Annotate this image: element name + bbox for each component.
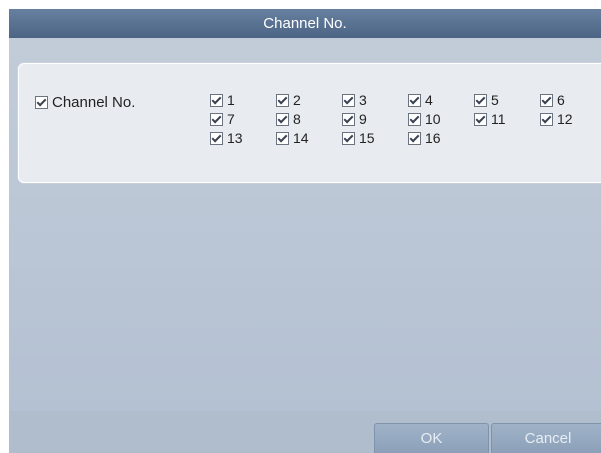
channel-checkbox-2[interactable]: 2 [276,92,301,108]
checkbox-checked-icon[interactable] [540,93,553,107]
channel-label: 3 [359,92,367,108]
dialog-footer: OK Cancel [9,411,601,453]
channel-checkbox-5[interactable]: 5 [474,92,499,108]
checkbox-checked-icon[interactable] [276,93,289,107]
channel-label: 5 [491,92,499,108]
channel-checkbox-8[interactable]: 8 [276,111,301,127]
checkbox-checked-icon[interactable] [474,112,487,126]
channel-checkbox-9[interactable]: 9 [342,111,367,127]
checkbox-checked-icon[interactable] [408,112,421,126]
channel-checkbox-13[interactable]: 13 [210,130,243,146]
channel-label: 15 [359,130,375,146]
channel-checkbox-7[interactable]: 7 [210,111,235,127]
channel-label: 8 [293,111,301,127]
channel-label: 4 [425,92,433,108]
all-channels-checkbox[interactable]: Channel No. [35,94,135,111]
channel-checkbox-11[interactable]: 11 [474,111,506,127]
checkbox-checked-icon[interactable] [276,131,289,145]
channel-label: 6 [557,92,565,108]
checkbox-checked-icon[interactable] [276,112,289,126]
channel-label: 16 [425,130,441,146]
checkbox-checked-icon[interactable] [408,131,421,145]
ok-button[interactable]: OK [374,423,489,453]
checkbox-checked-icon[interactable] [210,93,223,107]
channel-label: 14 [293,130,309,146]
channel-checkbox-15[interactable]: 15 [342,130,375,146]
checkbox-checked-icon[interactable] [474,93,487,107]
channel-label: 7 [227,111,235,127]
channel-checkbox-12[interactable]: 12 [540,111,573,127]
channel-label: 1 [227,92,235,108]
dialog-body: Channel No. 1 2 3 4 5 6 7 8 9 10 11 12 13 14 15 16 [9,38,601,411]
checkbox-checked-icon[interactable] [540,112,553,126]
all-channels-label: Channel No. [52,94,136,111]
channel-checkbox-10[interactable]: 10 [408,111,441,127]
channel-label: 2 [293,92,301,108]
channel-label: 12 [557,111,573,127]
dialog-title: Channel No. [9,9,601,38]
channel-checkbox-6[interactable]: 6 [540,92,565,108]
checkbox-checked-icon[interactable] [342,93,355,107]
channel-label: 13 [227,130,243,146]
channel-checkbox-3[interactable]: 3 [342,92,367,108]
checkbox-checked-icon[interactable] [210,131,223,145]
cancel-button[interactable]: Cancel [491,423,601,453]
checkbox-checked-icon[interactable] [210,112,223,126]
checkbox-checked-icon[interactable] [408,93,421,107]
checkbox-checked-icon[interactable] [342,131,355,145]
checkbox-checked-icon[interactable] [35,96,48,109]
channel-checkbox-14[interactable]: 14 [276,130,309,146]
channel-checkbox-1[interactable]: 1 [210,92,235,108]
channel-checkbox-16[interactable]: 16 [408,130,441,146]
checkbox-checked-icon[interactable] [342,112,355,126]
channel-label: 10 [425,111,441,127]
channel-label: 11 [491,111,506,127]
channel-label: 9 [359,111,367,127]
channel-panel: Channel No. 1 2 3 4 5 6 7 8 9 10 11 12 13 14 15 16 [18,63,601,183]
channel-checkbox-4[interactable]: 4 [408,92,433,108]
channel-dialog: Channel No. Channel No. 1 2 3 4 5 6 7 8 9 10 11 12 1… [9,9,601,453]
